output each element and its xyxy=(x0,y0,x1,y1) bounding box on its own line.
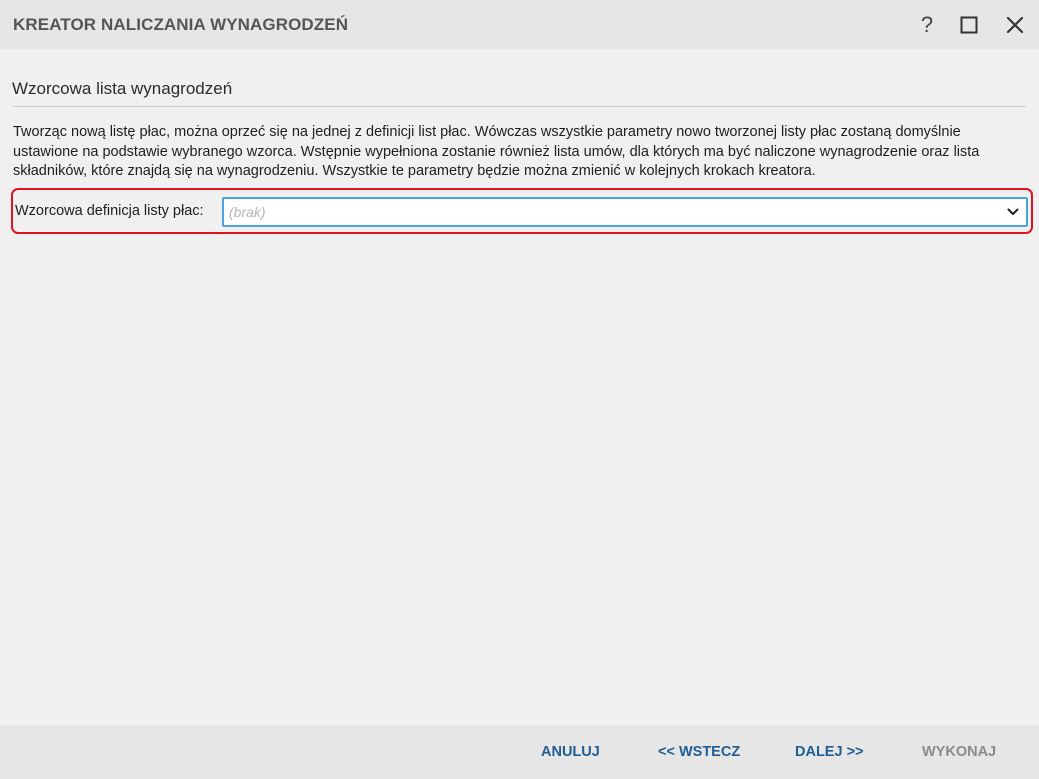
wizard-footer: ANULUJ << WSTECZ DALEJ >> WYKONAJ xyxy=(0,725,1039,779)
window-title: KREATOR NALICZANIA WYNAGRODZEŃ xyxy=(13,15,349,34)
template-definition-placeholder: (brak) xyxy=(229,204,266,220)
close-icon xyxy=(1006,16,1024,34)
next-button[interactable]: DALEJ >> xyxy=(795,744,864,760)
title-bar: KREATOR NALICZANIA WYNAGRODZEŃ ? xyxy=(0,0,1039,49)
template-definition-label: Wzorcowa definicja listy płac: xyxy=(15,203,204,219)
wizard-content: Wzorcowa lista wynagrodzeń Tworząc nową … xyxy=(0,49,1039,725)
close-button[interactable] xyxy=(1000,10,1030,40)
execute-button[interactable]: WYKONAJ xyxy=(922,744,996,760)
maximize-icon xyxy=(960,16,978,34)
back-button[interactable]: << WSTECZ xyxy=(658,744,740,760)
chevron-down-icon[interactable] xyxy=(1006,206,1020,218)
cancel-button[interactable]: ANULUJ xyxy=(541,744,600,760)
question-mark-icon: ? xyxy=(920,12,934,37)
section-divider xyxy=(12,106,1026,107)
template-definition-select[interactable]: (brak) xyxy=(222,197,1028,227)
section-title: Wzorcowa lista wynagrodzeń xyxy=(12,79,233,98)
help-button[interactable]: ? xyxy=(912,10,942,40)
wizard-window: KREATOR NALICZANIA WYNAGRODZEŃ ? Wzorcow… xyxy=(0,0,1039,779)
template-definition-row: Wzorcowa definicja listy płac: (brak) xyxy=(11,188,1033,234)
section-description: Tworząc nową listę płac, można oprzeć si… xyxy=(13,124,980,179)
maximize-button[interactable] xyxy=(954,10,984,40)
